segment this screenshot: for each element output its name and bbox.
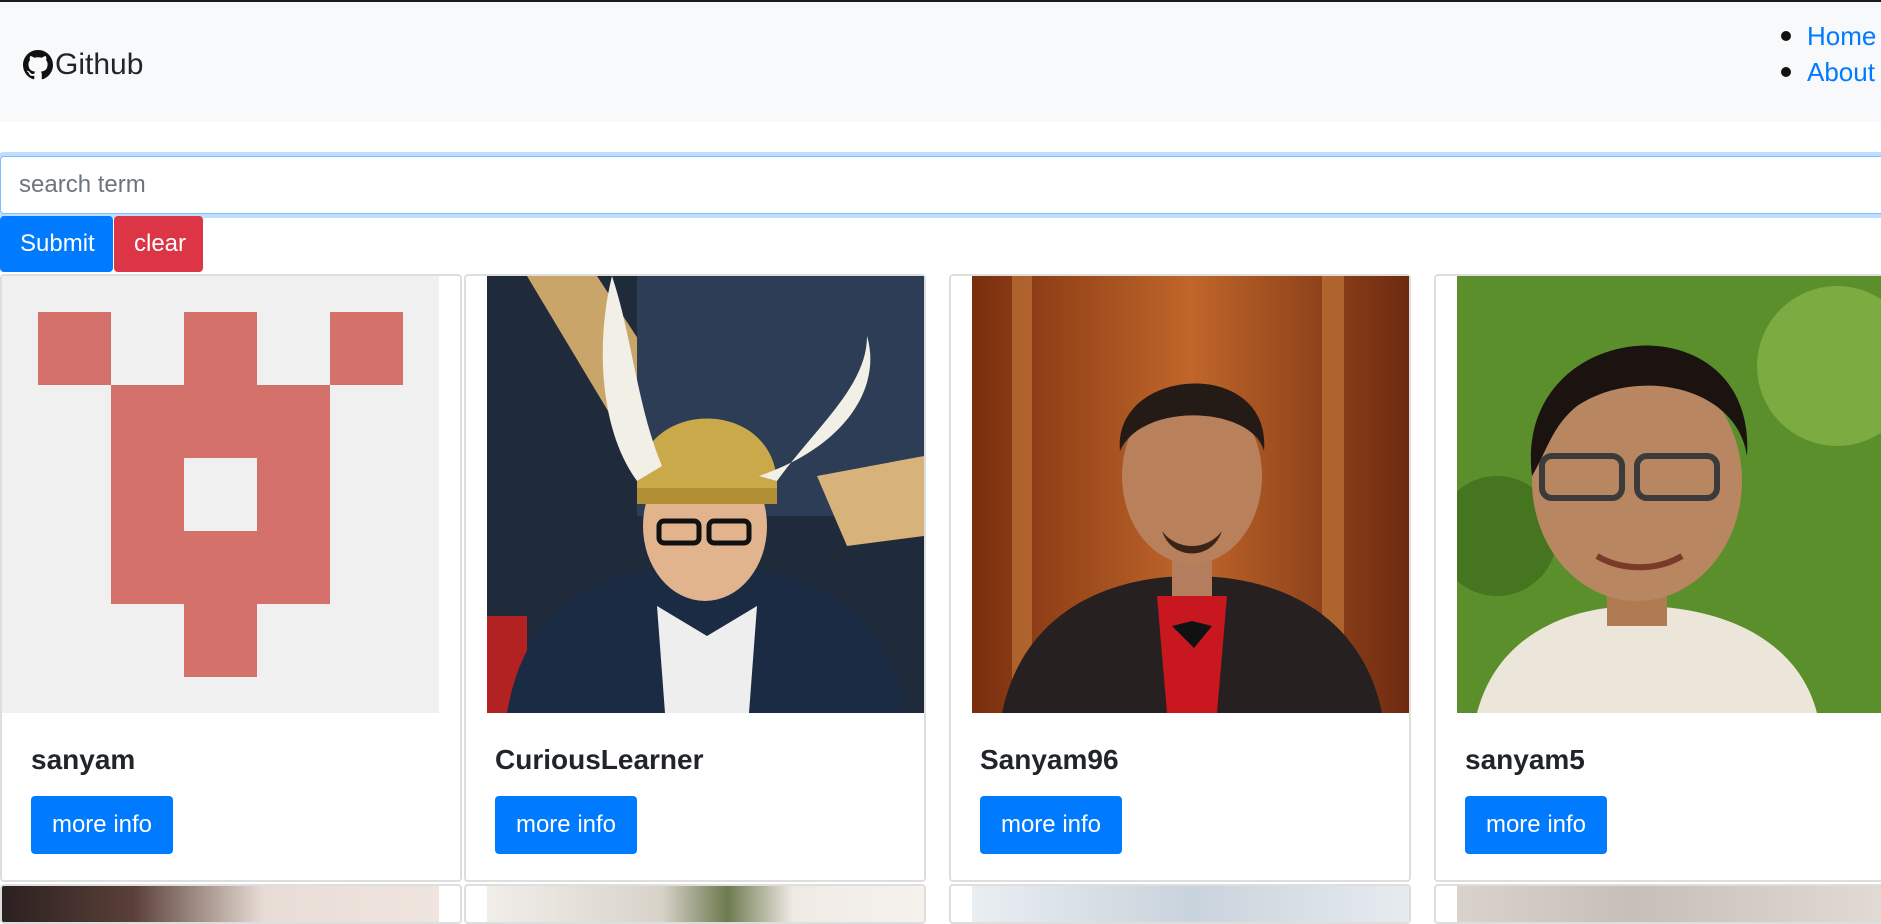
username: CuriousLearner [495,744,704,775]
user-card [0,884,462,924]
photo-avatar [1457,276,1881,713]
navbar: Github Home About [0,2,1881,122]
nav-link-about[interactable]: About [1807,57,1875,87]
user-card: CuriousLearner more info [464,274,926,882]
search-input[interactable] [0,156,1881,214]
more-info-button[interactable]: more info [980,796,1122,854]
username: sanyam5 [1465,744,1585,775]
photo-avatar [972,276,1409,713]
photo-avatar [487,886,924,922]
photo-avatar [2,886,439,922]
bullet-icon [1781,67,1791,77]
identicon-avatar [2,276,439,713]
clear-button[interactable]: clear [114,216,203,272]
username: sanyam [31,744,136,775]
user-card [949,884,1411,924]
brand-link[interactable]: Github [23,48,143,82]
nav-links: Home About [1780,18,1876,90]
username: Sanyam96 [980,744,1119,775]
submit-button[interactable]: Submit [0,216,113,272]
more-info-button[interactable]: more info [31,796,173,854]
photo-avatar [1457,886,1881,922]
user-card: Sanyam96 more info [949,274,1411,882]
user-card: sanyam more info [0,274,462,882]
user-card: sanyam5 more info [1434,274,1881,882]
photo-avatar [972,886,1409,922]
more-info-button[interactable]: more info [1465,796,1607,854]
bullet-icon [1781,31,1791,41]
nav-item-about: About [1780,54,1876,90]
photo-avatar [487,276,924,713]
user-card [464,884,926,924]
brand-label: Github [55,48,144,81]
user-card [1434,884,1881,924]
more-info-button[interactable]: more info [495,796,637,854]
github-icon [23,50,53,80]
nav-item-home: Home [1780,18,1876,54]
nav-link-home[interactable]: Home [1807,21,1876,51]
